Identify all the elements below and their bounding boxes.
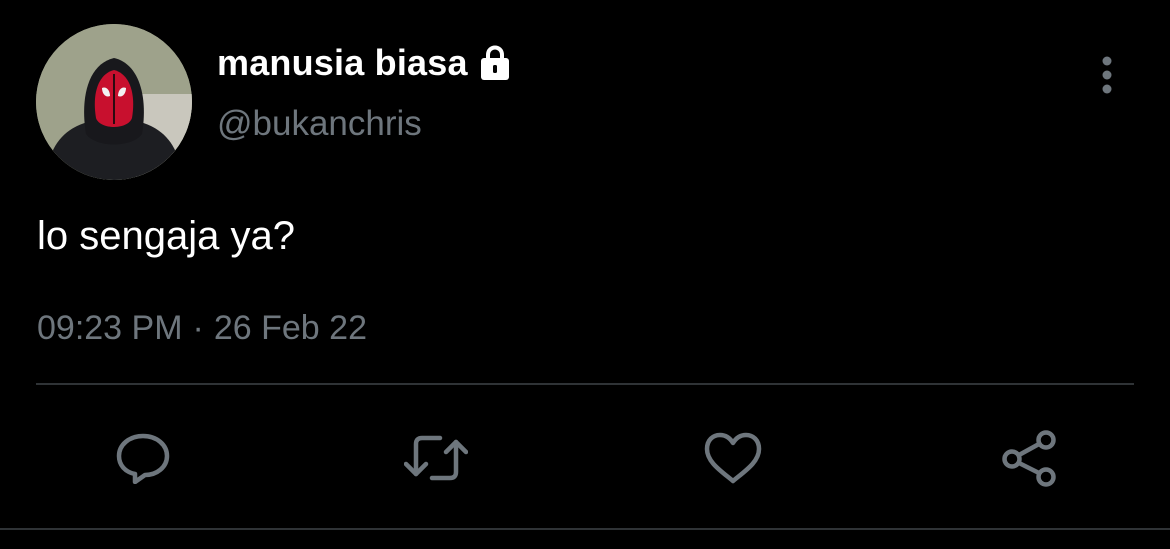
reply-button[interactable] [111, 428, 175, 488]
masked-person-avatar [36, 24, 192, 180]
tweet-date: 26 Feb 22 [213, 309, 367, 347]
bottom-divider [0, 528, 1170, 530]
divider [36, 383, 1134, 385]
like-icon [704, 432, 762, 484]
timestamp[interactable]: 09:23 PM · 26 Feb 22 [37, 309, 367, 348]
tweet-time: 09:23 PM [37, 309, 183, 347]
share-icon [1002, 430, 1056, 487]
name-row: manusia biasa [217, 40, 514, 86]
user-handle[interactable]: @bukanchris [217, 104, 422, 144]
reply-icon [116, 433, 170, 484]
tweet-text: lo sengaja ya? [37, 214, 295, 258]
tweet-detail: manusia biasa @bukanchris lo sengaja ya?… [0, 0, 1170, 549]
avatar[interactable] [36, 24, 192, 180]
more-options-icon[interactable] [1090, 52, 1124, 98]
timestamp-separator: · [192, 309, 204, 347]
retweet-icon [404, 435, 468, 481]
lock-icon [476, 44, 514, 82]
share-button[interactable] [998, 428, 1062, 488]
retweet-button[interactable] [404, 428, 468, 488]
like-button[interactable] [701, 428, 765, 488]
display-name[interactable]: manusia biasa [217, 42, 468, 84]
